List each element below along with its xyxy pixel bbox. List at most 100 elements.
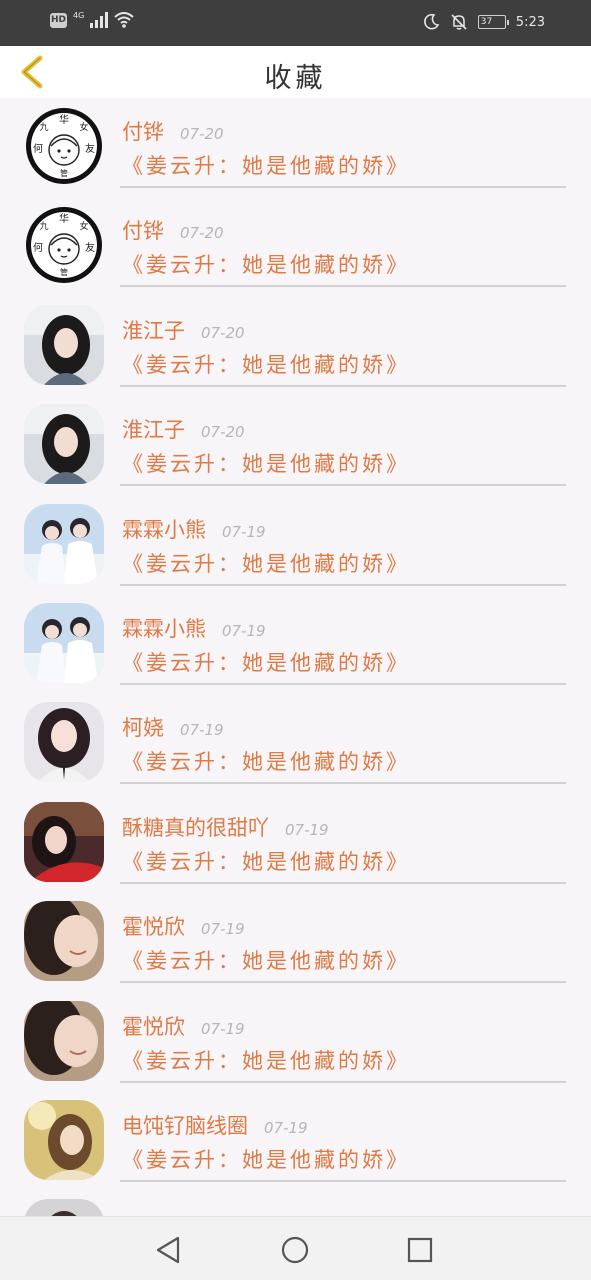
story-title[interactable]: 《姜云升：她是他藏的娇》 <box>122 746 410 776</box>
hd-badge: HD <box>50 12 67 28</box>
svg-text:九: 九 <box>39 122 48 133</box>
avatar[interactable] <box>24 1099 104 1180</box>
avatar[interactable] <box>24 1000 104 1081</box>
post-date: 07-19 <box>180 721 224 740</box>
author-line: 霖霖小熊 07-19 <box>122 514 266 544</box>
back-triangle-icon <box>156 1236 180 1264</box>
author-name[interactable]: 酥糖真的很甜吖 <box>122 812 269 842</box>
author-name[interactable]: 付铧 <box>122 215 164 245</box>
list-item[interactable]: 霖霖小熊 07-19 《姜云升：她是他藏的娇》 <box>0 498 591 597</box>
author-line: 霍悦欣 07-19 <box>122 911 245 941</box>
author-name[interactable]: 电饨钌脑线圈 <box>122 1110 248 1140</box>
avatar[interactable]: 华九 女何 友管 <box>24 106 104 186</box>
post-date: 07-20 <box>180 224 224 243</box>
author-name[interactable]: 柯娆 <box>122 712 164 742</box>
post-date: 07-19 <box>264 1118 308 1137</box>
svg-text:管: 管 <box>60 168 68 178</box>
divider <box>120 583 566 586</box>
avatar[interactable] <box>24 602 104 683</box>
list-item[interactable]: 霍悦欣 07-19 《姜云升：她是他藏的娇》 <box>0 995 591 1094</box>
battery-icon: 37 <box>477 15 509 29</box>
svg-text:女: 女 <box>79 220 88 232</box>
svg-text:华: 华 <box>59 113 69 126</box>
avatar[interactable] <box>24 503 104 584</box>
page-title: 收藏 <box>264 63 327 94</box>
author-line: 付铧 07-20 <box>122 116 224 146</box>
author-line: 霍悦欣 07-19 <box>122 1011 245 1041</box>
svg-text:何: 何 <box>33 142 43 155</box>
divider <box>120 186 566 188</box>
story-title[interactable]: 《姜云升：她是他藏的娇》 <box>122 548 410 578</box>
divider <box>120 1179 566 1182</box>
avatar[interactable] <box>24 801 104 882</box>
svg-text:华: 华 <box>59 212 69 225</box>
svg-text:女: 女 <box>79 121 88 133</box>
author-name[interactable]: 淮江子 <box>122 414 185 444</box>
svg-text:管: 管 <box>60 267 68 277</box>
list-item[interactable]: 淮江子 07-20 《姜云升：她是他藏的娇》 <box>0 398 591 497</box>
list-item[interactable]: 华九 女何 友管 付铧 07-20 《姜云升：她是他藏的娇》 <box>0 199 591 298</box>
story-title[interactable]: 《姜云升：她是他藏的娇》 <box>122 150 410 180</box>
author-name[interactable]: 霍悦欣 <box>122 911 185 941</box>
author-line: 淮江子 07-20 <box>122 414 245 444</box>
post-date: 07-20 <box>201 423 245 442</box>
list-item[interactable]: 电饨钌脑线圈 07-19 《姜云升：她是他藏的娇》 <box>0 1094 591 1193</box>
author-name[interactable]: 付铧 <box>122 116 164 146</box>
story-title[interactable]: 《姜云升：她是他藏的娇》 <box>122 448 410 478</box>
status-left: HD 4G <box>50 10 134 28</box>
author-line: 酥糖真的很甜吖 07-19 <box>122 812 329 842</box>
divider <box>120 384 566 387</box>
list-item[interactable]: 霖霖小熊 07-19 《姜云升：她是他藏的娇》 <box>0 597 591 696</box>
svg-text:何: 何 <box>33 241 43 254</box>
recents-square-icon <box>407 1237 433 1263</box>
wifi-icon <box>114 12 134 28</box>
list-item[interactable]: 淮江子 07-20 《姜云升：她是他藏的娇》 <box>0 299 591 398</box>
author-name[interactable]: 淮江子 <box>122 315 185 345</box>
post-date: 07-20 <box>201 323 245 342</box>
list-item[interactable]: 霍悦欣 07-19 《姜云升：她是他藏的娇》 <box>0 895 591 994</box>
avatar[interactable] <box>24 702 104 783</box>
nav-recents-button[interactable] <box>403 1233 437 1267</box>
story-title[interactable]: 《姜云升：她是他藏的娇》 <box>122 647 410 677</box>
header: 收藏 <box>0 46 591 98</box>
divider <box>120 682 566 685</box>
avatar[interactable] <box>24 304 104 385</box>
author-line: 付铧 07-20 <box>122 215 224 245</box>
post-date: 07-19 <box>222 522 266 541</box>
divider <box>120 981 566 984</box>
list-item[interactable]: 华九 女何 友管 付铧 07-20 《姜云升：她是他藏的娇》 <box>0 100 591 199</box>
story-title[interactable]: 《姜云升：她是他藏的娇》 <box>122 249 410 279</box>
story-title[interactable]: 《姜云升：她是他藏的娇》 <box>122 1045 410 1075</box>
story-title[interactable]: 《姜云升：她是他藏的娇》 <box>122 846 410 876</box>
system-navbar <box>0 1216 591 1280</box>
divider <box>120 1080 566 1083</box>
avatar[interactable] <box>24 404 104 485</box>
svg-text:友: 友 <box>85 142 95 155</box>
home-circle-icon <box>281 1236 309 1264</box>
divider <box>120 285 566 288</box>
divider <box>120 881 566 884</box>
story-title[interactable]: 《姜云升：她是他藏的娇》 <box>122 945 410 975</box>
author-name[interactable]: 霖霖小熊 <box>122 514 206 544</box>
divider <box>120 484 566 487</box>
story-title[interactable]: 《姜云升：她是他藏的娇》 <box>122 349 410 379</box>
story-title[interactable]: 《姜云升：她是他藏的娇》 <box>122 1144 410 1174</box>
nav-back-button[interactable] <box>152 1233 186 1267</box>
list-item[interactable]: 柯娆 07-19 《姜云升：她是他藏的娇》 <box>0 696 591 795</box>
avatar[interactable] <box>24 901 104 982</box>
svg-text:九: 九 <box>39 221 48 232</box>
list-item[interactable] <box>0 1193 591 1216</box>
avatar[interactable] <box>24 1199 104 1216</box>
author-line: 淮江子 07-20 <box>122 315 245 345</box>
list-item[interactable]: 酥糖真的很甜吖 07-19 《姜云升：她是他藏的娇》 <box>0 796 591 895</box>
post-date: 07-19 <box>222 621 266 640</box>
signal-icon <box>90 12 109 28</box>
post-date: 07-19 <box>201 920 245 939</box>
nav-home-button[interactable] <box>278 1233 312 1267</box>
avatar[interactable]: 华九 女何 友管 <box>24 205 104 285</box>
author-name[interactable]: 霖霖小熊 <box>122 613 206 643</box>
post-date: 07-19 <box>201 1019 245 1038</box>
status-time: 5:23 <box>515 14 545 30</box>
network-type: 4G <box>73 10 85 20</box>
author-name[interactable]: 霍悦欣 <box>122 1011 185 1041</box>
